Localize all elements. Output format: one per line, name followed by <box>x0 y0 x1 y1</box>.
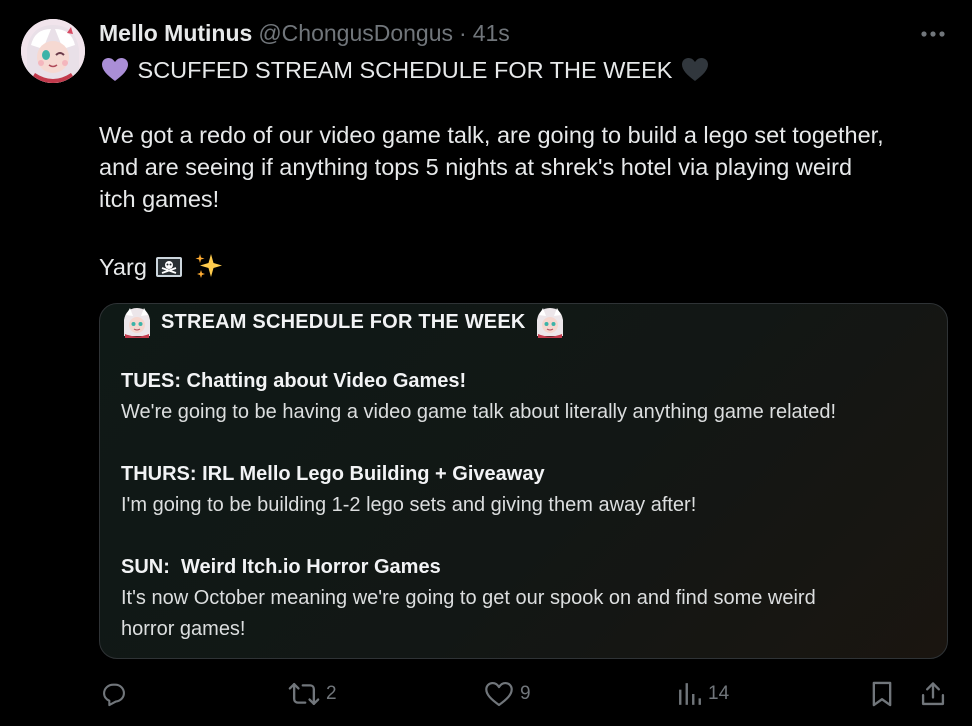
schedule-text-sun: horror games! <box>121 618 246 640</box>
tweet-sign-off-line: Yarg <box>99 251 949 288</box>
display-name[interactable]: Mello Mutinus <box>99 20 252 47</box>
schedule-heading-thurs: THURS: IRL Mello Lego Building + Giveawa… <box>121 463 545 485</box>
views-count: 14 <box>708 683 730 704</box>
bookmark-icon <box>872 681 892 707</box>
reply-icon <box>103 683 125 707</box>
share-icon <box>921 682 945 706</box>
views-button[interactable]: 14 <box>678 676 729 712</box>
bookmark-button[interactable] <box>869 676 895 712</box>
schedule-text-sun: It's now October meaning we're going to … <box>121 587 816 609</box>
more-dots-icon <box>921 31 945 37</box>
tweet-sign-off: Yarg <box>99 254 147 280</box>
schedule-text-thurs: I'm going to be building 1-2 lego sets a… <box>121 494 697 516</box>
share-button[interactable] <box>919 676 947 712</box>
tweet-body-line: itch games! <box>99 186 220 212</box>
schedule-heading-sun: SUN: Weird Itch.io Horror Games <box>121 556 441 578</box>
tweet-headline: SCUFFED STREAM SCHEDULE FOR THE WEEK <box>137 57 673 83</box>
sparkles-icon <box>194 252 224 288</box>
like-count: 9 <box>520 683 531 704</box>
media-card[interactable]: STREAM SCHEDULE FOR THE WEEK TUES: Chatt… <box>99 303 948 659</box>
schedule-text-tues: We're going to be having a video game ta… <box>121 401 836 423</box>
timestamp[interactable]: 41s <box>473 20 510 47</box>
tweet-body-line: We got a redo of our video game talk, ar… <box>99 122 884 148</box>
character-sticker-icon <box>534 306 566 338</box>
character-sticker-icon <box>121 306 153 338</box>
user-handle[interactable]: @ChongusDongus <box>258 20 453 47</box>
schedule-heading-tues: TUES: Chatting about Video Games! <box>121 370 467 392</box>
card-title-line: STREAM SCHEDULE FOR THE WEEK <box>121 306 566 338</box>
heart-icon <box>485 681 513 707</box>
avatar[interactable] <box>21 19 85 83</box>
purple-heart-icon <box>101 57 129 91</box>
tweet-header: Mello Mutinus @ChongusDongus · 41s <box>99 19 510 47</box>
separator-dot: · <box>459 19 467 46</box>
analytics-icon <box>679 683 701 705</box>
retweet-count: 2 <box>326 683 337 704</box>
retweet-button[interactable]: 2 <box>288 676 337 712</box>
tweet-headline-line: SCUFFED STREAM SCHEDULE FOR THE WEEK <box>99 54 949 91</box>
card-title: STREAM SCHEDULE FOR THE WEEK <box>161 310 526 333</box>
tweet-body-line: and are seeing if anything tops 5 nights… <box>99 154 853 180</box>
reply-button[interactable] <box>100 676 134 712</box>
like-button[interactable]: 9 <box>484 676 531 712</box>
retweet-icon <box>288 682 320 706</box>
black-heart-icon <box>681 57 709 91</box>
more-options-button[interactable] <box>918 22 948 46</box>
pirate-flag-icon <box>155 254 183 288</box>
